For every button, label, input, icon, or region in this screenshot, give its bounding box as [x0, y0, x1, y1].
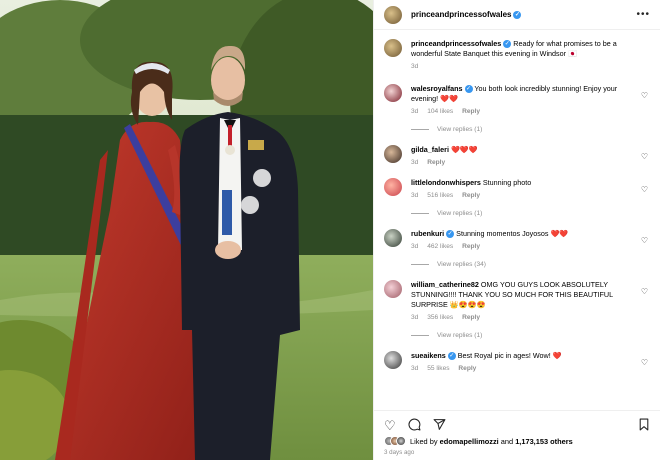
commenter-avatar[interactable]: [384, 84, 402, 102]
comment-age: 3d: [411, 314, 419, 321]
view-replies[interactable]: View replies (1): [411, 126, 650, 133]
comment-like-icon[interactable]: ♡: [641, 236, 648, 245]
comment-username[interactable]: rubenkuri: [411, 229, 444, 238]
comment-text: Stunning momentos Joyosos: [456, 229, 549, 238]
post-sidebar: princeandprincessofwales ✓ ••• princeandp…: [373, 0, 660, 460]
comment-username[interactable]: gilda_faleri: [411, 145, 449, 154]
heart-icon[interactable]: ♡: [384, 419, 396, 432]
verified-icon: ✓: [503, 40, 512, 49]
comment-item: walesroyalfans ✓ You both look incredibly…: [384, 84, 650, 117]
share-icon[interactable]: [433, 418, 446, 433]
view-replies[interactable]: View replies (1): [411, 210, 650, 217]
likes-summary[interactable]: Liked by edomapellimozzi and 1,173,153 o…: [384, 436, 650, 446]
reply-button[interactable]: Reply: [462, 108, 480, 115]
likes-by-user[interactable]: edomapellimozzi: [440, 437, 499, 446]
comment-age: 3d: [411, 243, 419, 250]
reply-button[interactable]: Reply: [462, 314, 480, 321]
bookmark-icon[interactable]: [638, 418, 650, 433]
comment-username[interactable]: littlelondonwhispers: [411, 178, 481, 187]
commenter-avatar[interactable]: [384, 351, 402, 369]
likes-text: Liked by edomapellimozzi and 1,173,153 o…: [410, 436, 573, 446]
comment-emoji: ❤️❤️: [440, 94, 459, 103]
verified-icon: ✓: [464, 85, 473, 94]
comment-like-icon[interactable]: ♡: [641, 287, 648, 296]
view-replies[interactable]: View replies (1): [411, 332, 650, 339]
commenter-avatar[interactable]: [384, 145, 402, 163]
commenter-avatar[interactable]: [384, 229, 402, 247]
comment-text: Stunning photo: [482, 178, 532, 187]
view-replies[interactable]: View replies (34): [411, 261, 650, 268]
reply-button[interactable]: Reply: [462, 243, 480, 250]
comment-likes[interactable]: 104 likes: [427, 108, 453, 115]
caption-username[interactable]: princeandprincessofwales: [411, 39, 501, 48]
instagram-post-view: princeandprincessofwales ✓ ••• princeandp…: [0, 0, 660, 460]
comment-item: gilda_faleri ❤️❤️❤️ 3d Reply ♡: [384, 145, 650, 168]
comment-age: 3d: [411, 365, 419, 372]
comments-list[interactable]: princeandprincessofwales ✓ Ready for what…: [374, 30, 660, 410]
commenter-avatar[interactable]: [384, 280, 402, 298]
post-photo[interactable]: [0, 0, 373, 460]
liker-avatar: [396, 436, 406, 446]
action-icons: ♡: [384, 414, 650, 436]
likes-others[interactable]: 1,173,153 others: [515, 437, 573, 446]
comment-emoji: ❤️❤️: [550, 229, 569, 238]
comment-icon[interactable]: [408, 418, 421, 433]
comment-like-icon[interactable]: ♡: [641, 91, 648, 100]
reply-button[interactable]: Reply: [427, 159, 445, 166]
comment-item: littlelondonwhispers Stunning photo 3d 5…: [384, 178, 650, 201]
more-options-icon[interactable]: •••: [636, 9, 650, 20]
verified-icon: ✓: [447, 352, 456, 361]
comment-likes[interactable]: 356 likes: [427, 314, 453, 321]
post-header: princeandprincessofwales ✓ •••: [374, 0, 660, 30]
verified-icon: ✓: [513, 10, 522, 19]
comment-username[interactable]: sueaikens: [411, 351, 446, 360]
verified-icon: ✓: [446, 230, 455, 239]
reply-button[interactable]: Reply: [458, 365, 476, 372]
comment-likes[interactable]: 462 likes: [427, 243, 453, 250]
commenter-avatar[interactable]: [384, 178, 402, 196]
caption-flag: 🇯🇵: [568, 49, 577, 58]
comment-emoji: ❤️❤️❤️: [450, 145, 478, 154]
author-avatar[interactable]: [384, 39, 402, 57]
comment-username[interactable]: william_catherine82: [411, 280, 479, 289]
comment-item: sueaikens ✓ Best Royal pic in ages! Wow! …: [384, 351, 650, 374]
comment-likes[interactable]: 55 likes: [427, 365, 449, 372]
comment-item: william_catherine82 OMG YOU GUYS LOOK AB…: [384, 280, 650, 323]
comment-like-icon[interactable]: ♡: [641, 152, 648, 161]
comment-item: rubenkuri ✓ Stunning momentos Joyosos ❤️❤…: [384, 229, 650, 252]
author-avatar[interactable]: [384, 5, 402, 24]
comment-likes[interactable]: 516 likes: [427, 192, 453, 199]
author-username[interactable]: princeandprincessofwales ✓: [411, 10, 522, 19]
post-caption: princeandprincessofwales ✓ Ready for what…: [384, 39, 650, 72]
comment-age: 3d: [411, 108, 419, 115]
post-date[interactable]: 3 days ago: [384, 449, 650, 456]
comment-age: 3d: [411, 159, 419, 166]
reply-button[interactable]: Reply: [462, 192, 480, 199]
comment-like-icon[interactable]: ♡: [641, 358, 648, 367]
comment-emoji: ❤️: [552, 351, 562, 360]
comment-like-icon[interactable]: ♡: [641, 185, 648, 194]
comment-text: Best Royal pic in ages! Wow!: [457, 351, 551, 360]
post-actions: ♡ Liked by edomapellimozzi and 1,173,153…: [374, 410, 660, 460]
caption-age: 3d: [411, 63, 419, 70]
comment-emoji: 👑😍😍😍: [449, 300, 486, 309]
comment-username[interactable]: walesroyalfans: [411, 84, 463, 93]
post-image: [0, 0, 373, 460]
comment-age: 3d: [411, 192, 419, 199]
